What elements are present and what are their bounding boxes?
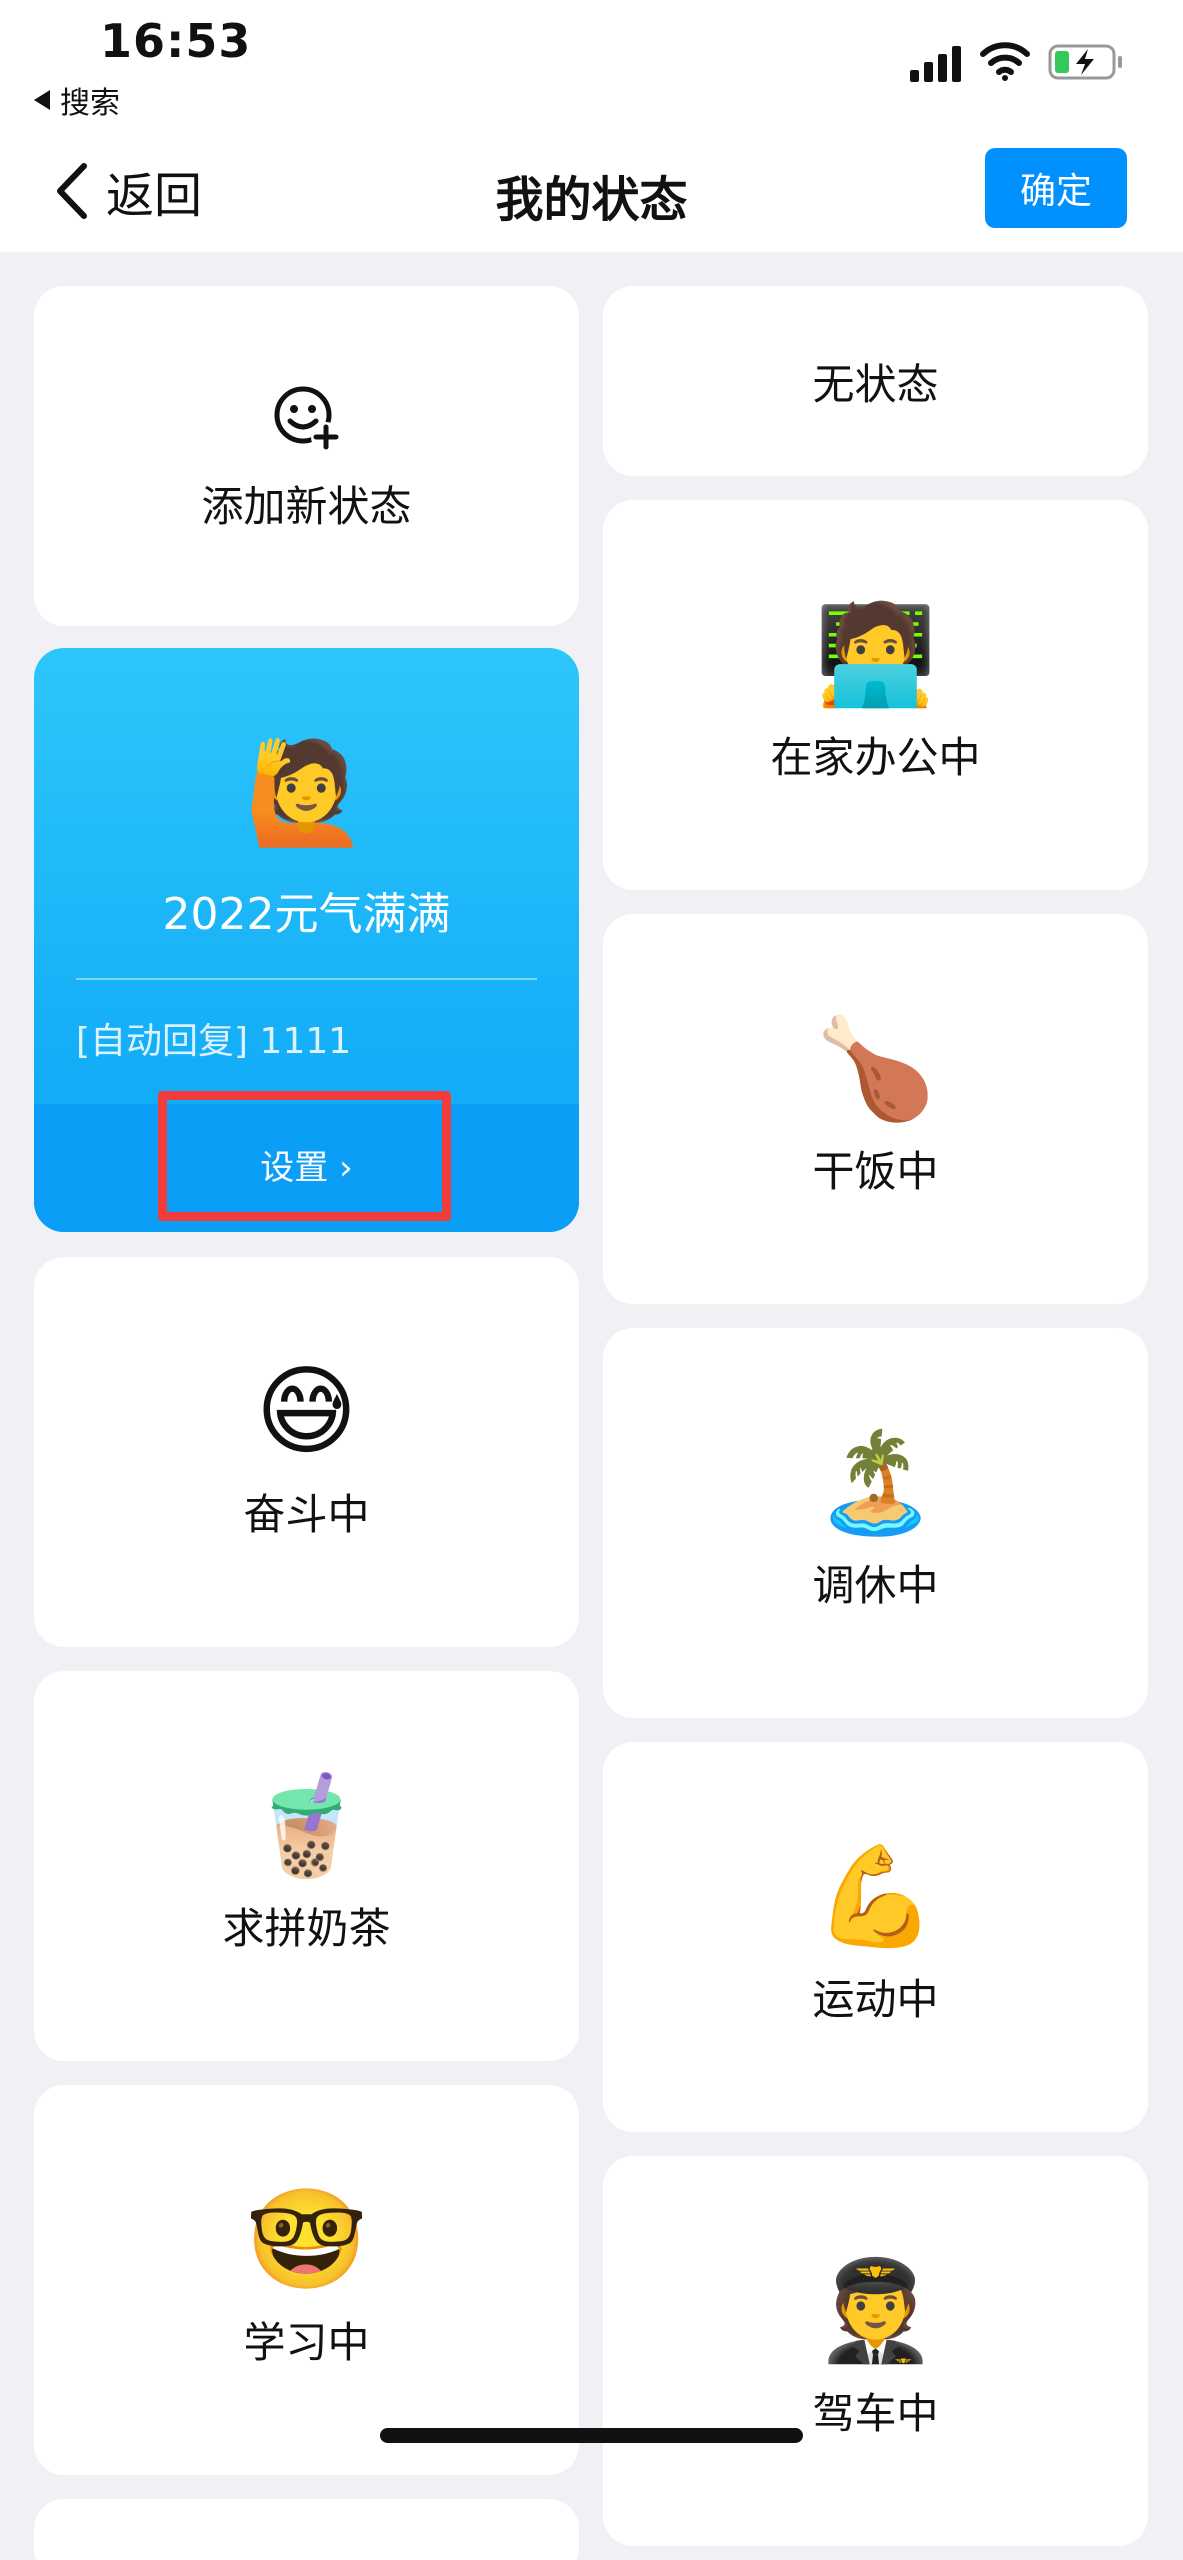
status-label: 在家办公中 [770,732,981,782]
selected-status-title: 2022元气满满 [162,889,451,940]
status-card-eating[interactable]: 🍗 干饭中 [603,914,1148,1304]
status-card-wfh[interactable]: 🧑‍💻 在家办公中 [603,500,1148,890]
status-card-partial[interactable] [34,2499,579,2560]
battery-charging-icon [1048,44,1122,80]
back-to-app-label: 搜索 [60,86,120,121]
back-triangle-icon [34,90,50,110]
raising-hand-emoji-icon: 🙋 [244,734,369,851]
status-time: 16:53 [100,14,252,68]
flexed-biceps-emoji-icon: 💪 [814,1839,937,1954]
island-emoji-icon: 🏝️ [814,1425,937,1540]
status-label: 驾车中 [812,2388,939,2438]
status-label: 奋斗中 [243,1489,370,1539]
confirm-button[interactable]: 确定 [985,148,1127,228]
nav-bar: 返回 我的状态 确定 [0,130,1183,252]
status-card-studying[interactable]: 🤓 学习中 [34,2085,579,2475]
auto-reply-text: [自动回复] 1111 [76,1021,352,1062]
status-label: 无状态 [812,359,939,409]
status-card-exercising[interactable]: 💪 运动中 [603,1742,1148,2132]
status-card-driving[interactable]: 🧑‍✈️ 驾车中 [603,2156,1148,2546]
status-label: 运动中 [812,1974,939,2024]
status-card-striving[interactable]: 😅 奋斗中 [34,1257,579,1647]
wifi-icon [980,42,1030,81]
add-emoji-icon [274,386,341,452]
divider [76,978,537,980]
status-label: 调休中 [812,1560,939,1610]
status-label: 求拼奶茶 [222,1903,391,1953]
home-indicator[interactable] [380,2428,803,2443]
status-label: 学习中 [243,2317,370,2367]
add-status-label: 添加新状态 [201,481,412,531]
sweat-smile-emoji-icon: 😅 [255,1354,358,1469]
drumstick-emoji-icon: 🍗 [814,1011,937,1126]
signal-icon [910,46,962,82]
highlight-box [158,1091,451,1221]
bubble-tea-emoji-icon: 🧋 [245,1768,368,1883]
status-card-day-off[interactable]: 🏝️ 调休中 [603,1328,1148,1718]
nerd-face-emoji-icon: 🤓 [245,2182,368,2297]
status-bar: 16:53 搜索 [0,0,1183,130]
status-card-milk-tea[interactable]: 🧋 求拼奶茶 [34,1671,579,2061]
technologist-emoji-icon: 🧑‍💻 [814,597,937,712]
status-card-none[interactable]: 无状态 [603,286,1148,476]
back-to-app-link[interactable]: 搜索 [34,78,120,122]
driver-emoji-icon: 🧑‍✈️ [814,2253,937,2368]
add-status-card[interactable]: 添加新状态 [34,286,579,626]
status-label: 干饭中 [812,1146,939,1196]
